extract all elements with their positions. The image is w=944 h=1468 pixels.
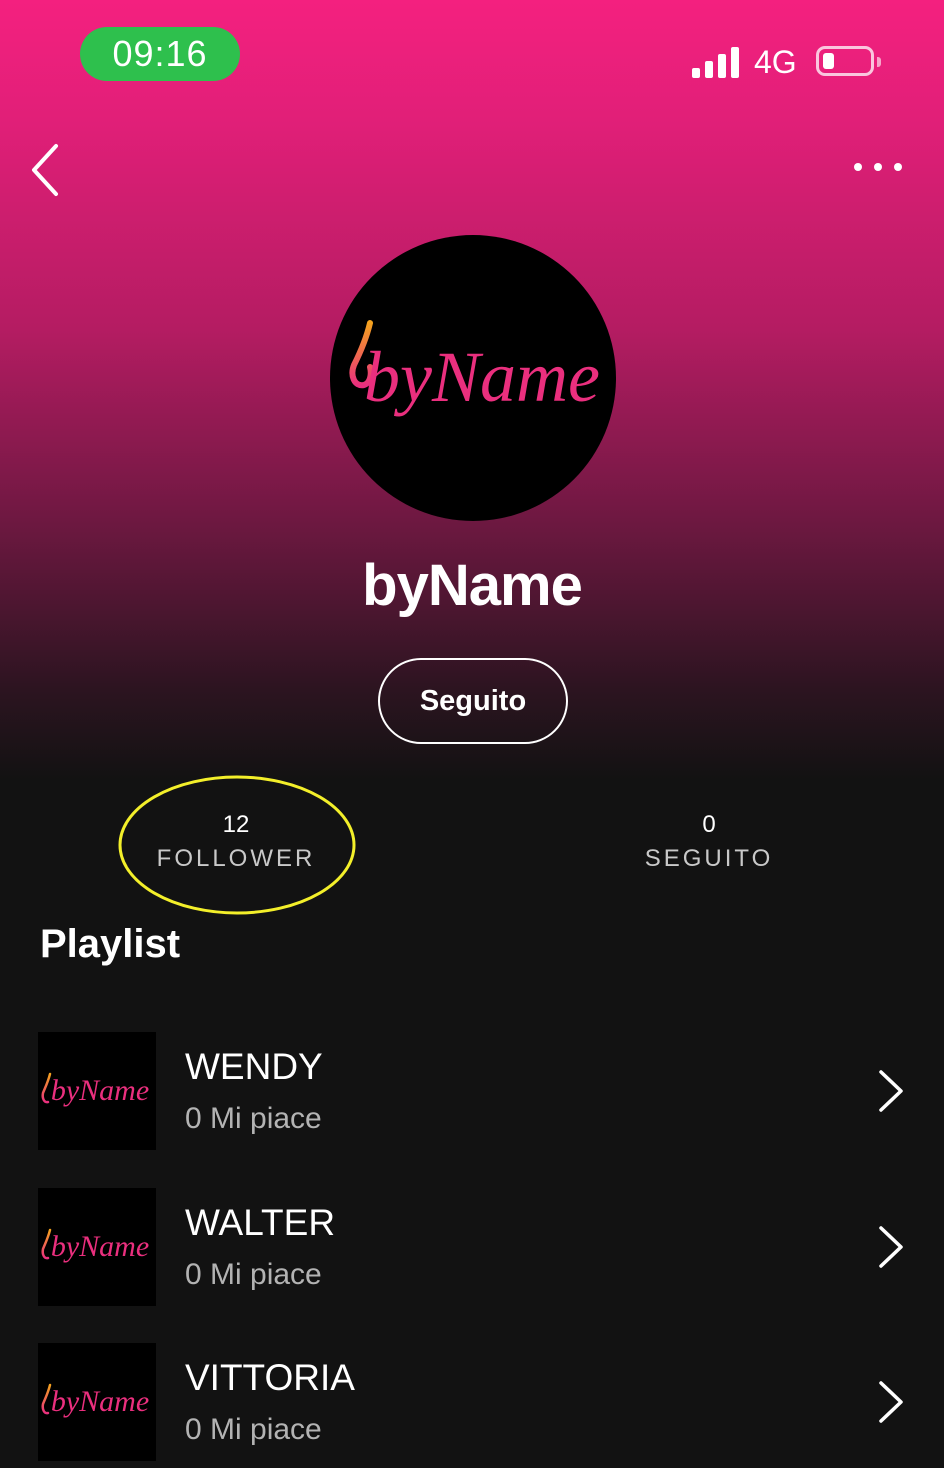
svg-text:byName: byName xyxy=(51,1230,149,1263)
chevron-left-icon xyxy=(32,144,58,196)
following-toggle-button[interactable]: Seguito xyxy=(378,658,568,744)
svg-text:byName: byName xyxy=(51,1074,149,1107)
battery-icon xyxy=(816,46,881,76)
avatar-logo-text: byName xyxy=(364,337,600,417)
playlist-likes: 0 Mi piace xyxy=(185,1102,322,1135)
chevron-right-icon xyxy=(879,1381,903,1423)
playlist-item-wendy[interactable]: byName WENDY 0 Mi piace xyxy=(0,1032,944,1150)
status-time[interactable]: 09:16 xyxy=(80,27,240,81)
playlist-thumbnail: byName xyxy=(38,1188,156,1306)
following-stat[interactable]: 0 SEGUITO xyxy=(559,810,859,874)
playlist-item-walter[interactable]: byName WALTER 0 Mi piace xyxy=(0,1188,944,1306)
follower-highlight-ellipse xyxy=(118,775,356,915)
playlist-name: VITTORIA xyxy=(185,1357,355,1398)
more-options-button[interactable] xyxy=(846,152,910,182)
signal-icon xyxy=(692,46,740,78)
playlist-item-vittoria[interactable]: byName VITTORIA 0 Mi piace xyxy=(0,1343,944,1461)
playlist-name: WALTER xyxy=(185,1202,336,1243)
network-type: 4G xyxy=(754,44,797,80)
following-label: SEGUITO xyxy=(644,845,774,872)
following-count: 0 xyxy=(702,811,716,838)
playlist-name: WENDY xyxy=(185,1046,323,1087)
chevron-right-icon xyxy=(879,1226,903,1268)
playlist-section-title: Playlist xyxy=(40,922,181,966)
battery-level xyxy=(823,53,834,69)
playlist-thumbnail: byName xyxy=(38,1032,156,1150)
svg-text:byName: byName xyxy=(51,1385,149,1418)
profile-avatar: byName xyxy=(330,235,616,521)
playlist-likes: 0 Mi piace xyxy=(185,1258,322,1291)
ellipsis-icon xyxy=(854,163,902,171)
back-button[interactable] xyxy=(26,140,70,200)
profile-name: byName xyxy=(362,553,583,618)
byname-logo: byName xyxy=(349,320,600,417)
playlist-thumbnail: byName xyxy=(38,1343,156,1461)
playlist-likes: 0 Mi piace xyxy=(185,1413,322,1446)
chevron-right-icon xyxy=(879,1070,903,1112)
